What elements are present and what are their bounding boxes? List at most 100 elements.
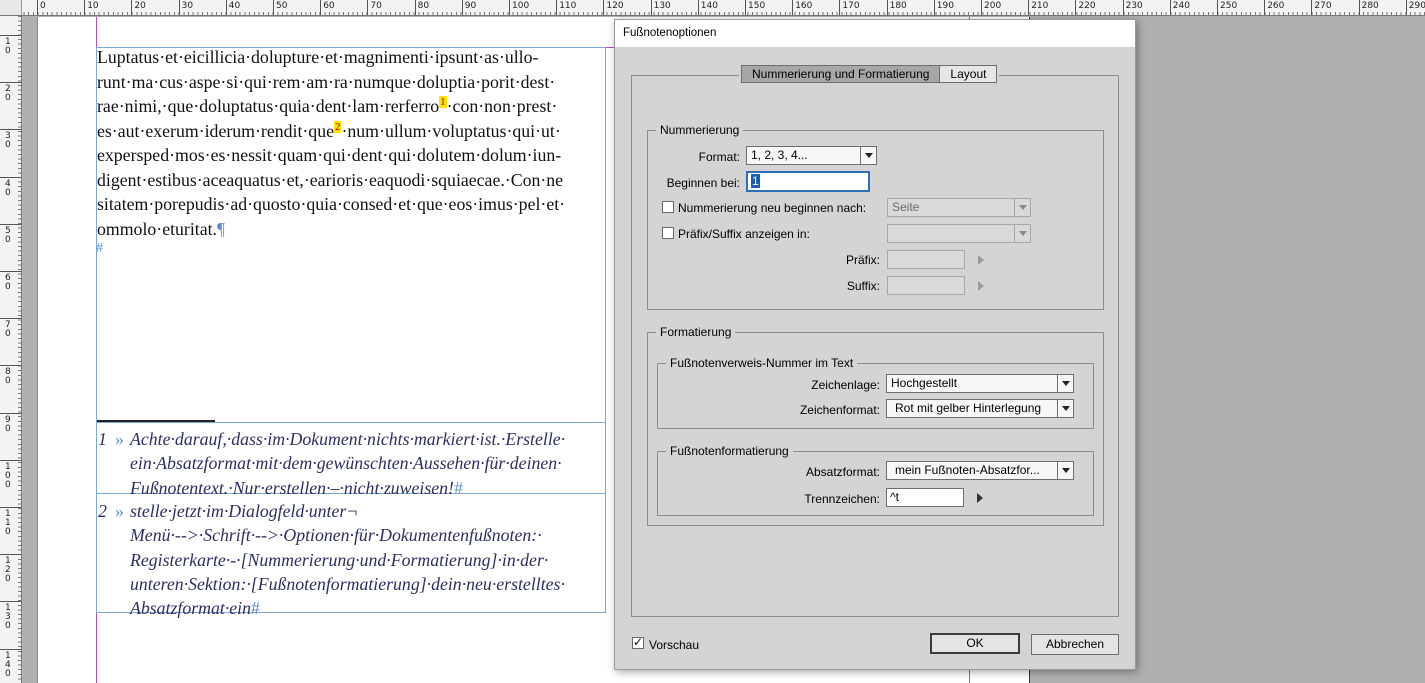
ruler-tick-label: 50: [276, 1, 288, 11]
ruler-tick-label: 70: [370, 1, 382, 11]
prefix-insert-arrow-icon[interactable]: [978, 255, 984, 265]
body-line: ommolo·eturitat.¶: [97, 218, 226, 239]
ruler-tick-label: 240: [1172, 1, 1190, 11]
body-line: Luptatus·et·eicillicia·dolupture·et·magn…: [97, 47, 539, 67]
ruler-tick-label: 60: [5, 273, 11, 292]
ruler-tick-label: 10: [87, 1, 99, 11]
ruler-tick: 70: [367, 0, 382, 15]
ruler-tick-label: 280: [1361, 1, 1379, 11]
separator-input[interactable]: ^t: [886, 488, 964, 507]
ruler-tick-label: 90: [464, 1, 477, 11]
restart-numbering-label[interactable]: Nummerierung neu beginnen nach:: [678, 201, 866, 215]
vertical-ruler[interactable]: 10 20 30 40 50 60 70 80 90 100 110 120 130 140: [0, 16, 22, 683]
prefix-input[interactable]: [887, 250, 965, 269]
ruler-tick-label: 130: [5, 603, 11, 632]
dialog-title: Fußnotenoptionen: [623, 27, 717, 39]
prefix-label: Präfix:: [845, 253, 880, 267]
paragraph-style-dropdown[interactable]: mein Fußnoten-Absatzfor...: [886, 461, 1074, 480]
format-dropdown[interactable]: 1, 2, 3, 4...: [746, 146, 877, 165]
ruler-tick-label: 250: [1220, 1, 1238, 11]
ruler-tick-label: 130: [653, 1, 671, 11]
format-value: 1, 2, 3, 4...: [751, 148, 808, 162]
body-line: digent·estibus·aceaquatus·et,·earioris·e…: [97, 169, 564, 190]
restart-after-dropdown[interactable]: Seite: [887, 198, 1031, 217]
ruler-tick: 40: [0, 176, 21, 197]
prefix-suffix-dropdown[interactable]: [887, 224, 1031, 243]
footnote-line: Fußnotentext.·Nur·erstellen·–·nicht·zuwe…: [130, 477, 463, 498]
dialog-titlebar[interactable]: Fußnotenoptionen: [615, 20, 1135, 47]
footnote-line: Absatzformat·ein#: [130, 598, 260, 619]
footnote-reference[interactable]: 1: [439, 96, 447, 109]
ruler-tick: 170: [839, 0, 860, 15]
ruler-tick: 270: [1311, 0, 1332, 15]
ruler-tick: 240: [1169, 0, 1190, 15]
character-style-label: Zeichenformat:: [799, 403, 880, 417]
ruler-tick-label: 30: [5, 131, 11, 151]
cancel-button[interactable]: Abbrechen: [1031, 634, 1119, 655]
character-style-value: Rot mit gelber Hinterlegung: [895, 401, 1042, 415]
show-prefix-suffix-label[interactable]: Präfix/Suffix anzeigen in:: [678, 227, 810, 241]
pilcrow-icon: ¶: [217, 218, 226, 239]
paragraph-style-value: mein Fußnoten-Absatzfor...: [895, 463, 1040, 477]
ruler-tick: 130: [650, 0, 671, 15]
suffix-input[interactable]: [887, 276, 965, 295]
ruler-tick: 160: [792, 0, 812, 15]
footnote-2[interactable]: 2 » stelle·jetzt·im·Dialogfeld·unter¬ Me…: [97, 499, 607, 620]
footnote-number: 2: [98, 501, 107, 521]
body-line: runt·ma·cus·aspe·si·qui·rem·am·ra·numque…: [97, 71, 556, 92]
ruler-tick-label: 150: [748, 1, 766, 11]
preview-checkbox[interactable]: [632, 635, 644, 649]
formatting-legend: Formatierung: [656, 325, 736, 339]
ruler-tick-label: 20: [5, 84, 11, 104]
end-of-story-marker: #: [96, 241, 103, 256]
body-text[interactable]: Luptatus·et·eicillicia·dolupture·et·magn…: [97, 45, 607, 241]
suffix-insert-arrow-icon[interactable]: [978, 281, 984, 291]
preview-label[interactable]: Vorschau: [649, 638, 699, 652]
footnote-reference-legend: Fußnotenverweis-Nummer im Text: [666, 356, 858, 370]
footnote-line: unteren·Sektion:·[Fußnotenformatierung]·…: [130, 573, 565, 594]
ruler-tick: 90: [0, 412, 21, 433]
ruler-tick-label: 70: [5, 320, 11, 340]
position-dropdown[interactable]: Hochgestellt: [886, 374, 1074, 393]
ruler-tick-label: 230: [1125, 1, 1143, 11]
horizontal-ruler[interactable]: 0 10 20 30 40 50 60 70 80 90 100 110 120 130 140 150 160…: [0, 0, 1425, 16]
tab-numbering-formatting[interactable]: Nummerierung und Formatierung: [741, 65, 941, 83]
ruler-tick: 60: [320, 0, 335, 15]
separator-insert-arrow-icon[interactable]: [977, 493, 983, 503]
start-at-input[interactable]: 1: [746, 171, 870, 192]
show-prefix-suffix-checkbox[interactable]: [662, 227, 674, 239]
restart-numbering-checkbox[interactable]: [662, 201, 674, 213]
position-label: Zeichenlage:: [811, 378, 880, 392]
ruler-tick-label: 260: [1267, 1, 1285, 11]
ruler-tick-label: 80: [417, 1, 430, 11]
ruler-tick-label: 140: [700, 1, 718, 11]
ruler-tick: 30: [0, 129, 21, 150]
footnote-area-divider: [97, 422, 606, 423]
ruler-tick: 120: [603, 0, 624, 15]
footnote-line: Menü·-->·Schrift·-->·Optionen·für·Dokume…: [130, 525, 542, 546]
ok-button[interactable]: OK: [930, 633, 1020, 654]
ruler-tick-label: 170: [842, 1, 860, 11]
separator-value: ^t: [890, 490, 899, 504]
ruler-tick-label: 220: [1078, 1, 1096, 11]
restart-after-value: Seite: [892, 200, 920, 214]
character-style-dropdown[interactable]: Rot mit gelber Hinterlegung: [886, 399, 1074, 418]
footnote-formatting-legend: Fußnotenformatierung: [666, 444, 793, 458]
ruler-tick: 100: [0, 459, 21, 489]
footnote-line: stelle·jetzt·im·Dialogfeld·unter¬: [130, 501, 359, 521]
ruler-tick: 140: [0, 648, 21, 678]
ruler-tick: 60: [0, 271, 21, 292]
ruler-tick-label: 80: [5, 367, 11, 387]
ruler-tick: 70: [0, 318, 21, 339]
footnote-tab-marker: »: [115, 501, 124, 521]
footnote-number: 1: [98, 429, 107, 449]
ruler-origin[interactable]: [0, 0, 22, 15]
tab-layout[interactable]: Layout: [940, 65, 998, 83]
ruler-tick: 290: [1405, 0, 1425, 15]
ruler-tick: 40: [225, 0, 240, 15]
ruler-tick-label: 0: [40, 1, 46, 11]
ruler-tick-label: 140: [5, 650, 11, 679]
ruler-tick: 90: [461, 0, 476, 15]
ruler-tick: 0: [37, 0, 46, 15]
footnote-1[interactable]: 1 » Achte·darauf,·dass·im·Dokument·nicht…: [97, 427, 607, 500]
